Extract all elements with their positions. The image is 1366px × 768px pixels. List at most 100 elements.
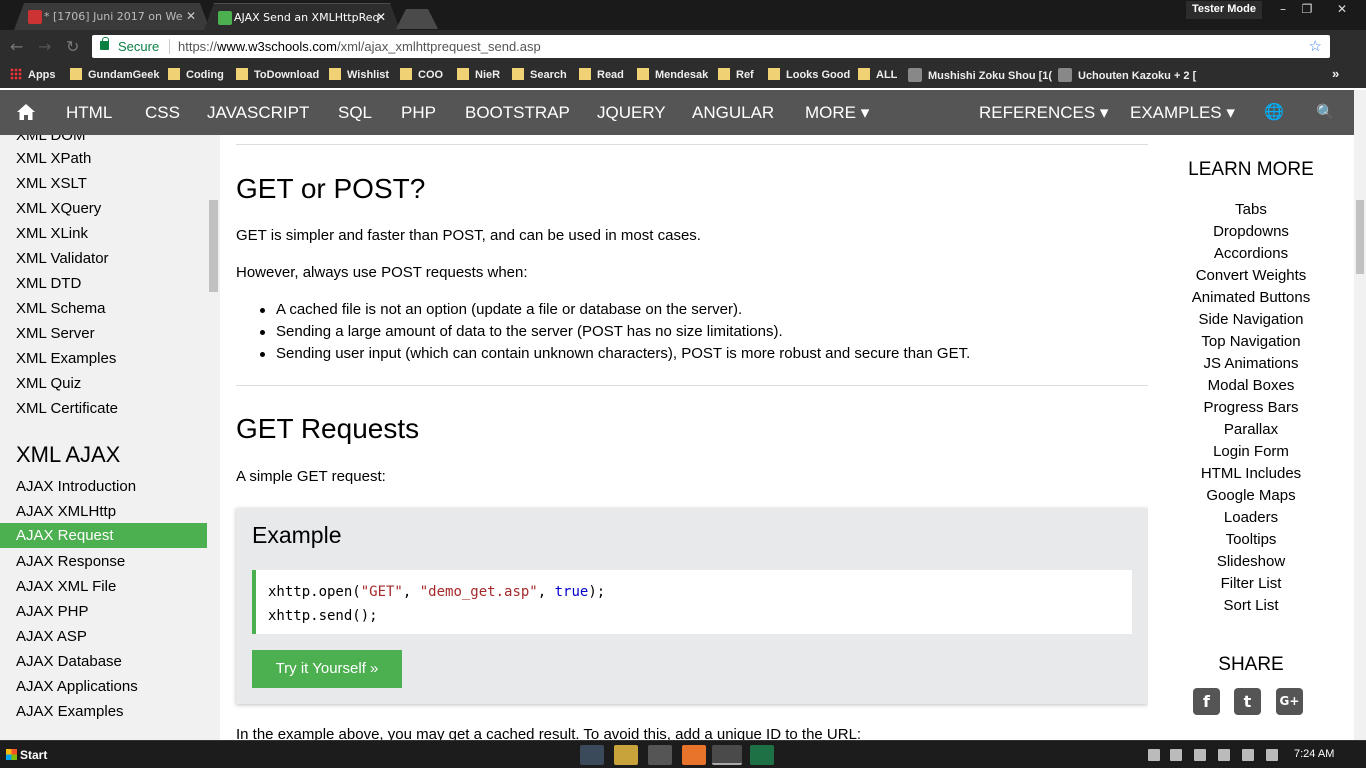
taskbar-folder-icon[interactable]: [614, 745, 638, 765]
tray-app-icon[interactable]: [1194, 749, 1206, 761]
sidebar-link[interactable]: XML Certificate: [16, 400, 118, 417]
back-arrow-icon[interactable]: ←: [10, 37, 23, 56]
close-tab-icon[interactable]: ✕: [376, 10, 386, 24]
new-tab-button[interactable]: [396, 9, 438, 29]
bookmark-folder[interactable]: Ref: [718, 68, 754, 81]
nav-examples-dropdown[interactable]: EXAMPLES ▾: [1130, 90, 1235, 135]
taskbar-xampp-icon[interactable]: [682, 745, 706, 765]
battery-icon[interactable]: [1218, 749, 1230, 761]
search-icon[interactable]: 🔍: [1316, 90, 1335, 135]
nav-angular[interactable]: ANGULAR: [692, 90, 774, 135]
taskbar-clock[interactable]: 7:24 AM: [1294, 748, 1334, 760]
sidebar-link[interactable]: XML Validator: [16, 250, 109, 267]
nav-jquery[interactable]: JQUERY: [597, 90, 666, 135]
sidebar-link[interactable]: XML XLink: [16, 225, 88, 242]
minimize-button[interactable]: –: [1270, 0, 1296, 18]
bookmark-star-icon[interactable]: ☆: [1309, 35, 1322, 58]
taskbar-chrome-icon[interactable]: [712, 745, 742, 765]
learn-more-link[interactable]: Top Navigation: [1148, 333, 1354, 350]
taskbar-excel-icon[interactable]: [750, 745, 774, 765]
bookmark-folder[interactable]: NieR: [457, 68, 500, 81]
sidebar-scrollbar-thumb[interactable]: [209, 200, 218, 292]
address-bar[interactable]: Secure https://www.w3schools.com/xml/aja…: [92, 35, 1330, 58]
nav-sql[interactable]: SQL: [338, 90, 372, 135]
learn-more-link[interactable]: Accordions: [1148, 245, 1354, 262]
nav-php[interactable]: PHP: [401, 90, 436, 135]
bookmark-folder[interactable]: Read: [579, 68, 624, 81]
nav-html[interactable]: HTML: [66, 90, 112, 135]
sidebar-link[interactable]: XML XSLT: [16, 175, 87, 192]
bookmark-link[interactable]: Uchouten Kazoku + 2 [: [1058, 68, 1196, 82]
learn-more-link[interactable]: Side Navigation: [1148, 311, 1354, 328]
bookmark-folder[interactable]: Looks Good: [768, 68, 850, 81]
sidebar-link[interactable]: XML Quiz: [16, 375, 81, 392]
learn-more-link[interactable]: JS Animations: [1148, 355, 1354, 372]
sidebar-link[interactable]: AJAX ASP: [16, 628, 87, 645]
bookmark-folder[interactable]: COO: [400, 68, 443, 81]
profile-button[interactable]: Tester Mode: [1186, 1, 1262, 19]
sidebar-link[interactable]: XML XPath: [16, 150, 91, 167]
nav-javascript[interactable]: JAVASCRIPT: [207, 90, 309, 135]
network-icon[interactable]: [1242, 749, 1254, 761]
bookmark-folder[interactable]: ALL: [858, 68, 897, 81]
bluetooth-icon[interactable]: [1170, 749, 1182, 761]
learn-more-link[interactable]: Sort List: [1148, 597, 1354, 614]
forward-arrow-icon[interactable]: →: [38, 37, 51, 56]
page-scrollbar-thumb[interactable]: [1356, 200, 1364, 274]
sidebar-link[interactable]: XML XQuery: [16, 200, 101, 217]
sidebar-link[interactable]: XML Schema: [16, 300, 105, 317]
volume-icon[interactable]: [1266, 749, 1278, 761]
nav-references-dropdown[interactable]: REFERENCES ▾: [979, 90, 1108, 135]
sidebar-link[interactable]: AJAX PHP: [16, 603, 89, 620]
browser-tab[interactable]: * [1706] Juni 2017 on We ✕: [14, 3, 210, 30]
page-scrollbar[interactable]: [1354, 90, 1366, 740]
sidebar-link[interactable]: AJAX XML File: [16, 578, 116, 595]
learn-more-link[interactable]: Modal Boxes: [1148, 377, 1354, 394]
bookmarks-overflow-icon[interactable]: »: [1332, 66, 1339, 81]
bookmark-folder[interactable]: GundamGeek: [70, 68, 160, 81]
learn-more-link[interactable]: Tooltips: [1148, 531, 1354, 548]
sidebar-link[interactable]: AJAX Response: [16, 553, 125, 570]
learn-more-link[interactable]: Google Maps: [1148, 487, 1354, 504]
close-window-button[interactable]: ✕: [1326, 0, 1358, 18]
facebook-icon[interactable]: f: [1193, 688, 1220, 715]
tray-expand-icon[interactable]: [1148, 749, 1160, 761]
nav-more-dropdown[interactable]: MORE ▾: [805, 90, 869, 135]
learn-more-link[interactable]: Loaders: [1148, 509, 1354, 526]
maximize-button[interactable]: ❐: [1294, 0, 1320, 18]
bookmark-apps[interactable]: Apps: [10, 68, 56, 81]
sidebar-link-active[interactable]: AJAX Request: [0, 523, 207, 548]
close-tab-icon[interactable]: ✕: [186, 9, 196, 23]
twitter-icon[interactable]: t: [1234, 688, 1261, 715]
bookmark-folder[interactable]: Wishlist: [329, 68, 389, 81]
learn-more-link[interactable]: Login Form: [1148, 443, 1354, 460]
sidebar-link[interactable]: AJAX Introduction: [16, 478, 136, 495]
nav-css[interactable]: CSS: [145, 90, 180, 135]
bookmark-folder[interactable]: ToDownload: [236, 68, 319, 81]
sidebar-link[interactable]: AJAX Examples: [16, 703, 124, 720]
browser-tab-active[interactable]: AJAX Send an XMLHttpReq ✕: [204, 3, 400, 30]
learn-more-link[interactable]: Tabs: [1148, 201, 1354, 218]
learn-more-link[interactable]: Convert Weights: [1148, 267, 1354, 284]
globe-icon[interactable]: 🌐: [1264, 90, 1284, 135]
sidebar-link[interactable]: AJAX XMLHttp: [16, 503, 116, 520]
google-plus-icon[interactable]: G+: [1276, 688, 1303, 715]
bookmark-link[interactable]: Mushishi Zoku Shou [1(: [908, 68, 1052, 82]
sidebar-link[interactable]: AJAX Database: [16, 653, 122, 670]
learn-more-link[interactable]: HTML Includes: [1148, 465, 1354, 482]
bookmark-folder[interactable]: Mendesak: [637, 68, 708, 81]
taskbar-app-icon[interactable]: [580, 745, 604, 765]
reload-icon[interactable]: ↻: [66, 37, 79, 56]
start-button[interactable]: Start: [2, 744, 54, 766]
sidebar-link[interactable]: XML DOM: [16, 135, 85, 144]
learn-more-link[interactable]: Animated Buttons: [1148, 289, 1354, 306]
sidebar-link[interactable]: XML Examples: [16, 350, 116, 367]
sidebar-link[interactable]: XML Server: [16, 325, 95, 342]
try-it-yourself-button[interactable]: Try it Yourself »: [252, 650, 402, 688]
learn-more-link[interactable]: Dropdowns: [1148, 223, 1354, 240]
bookmark-folder[interactable]: Search: [512, 68, 567, 81]
learn-more-link[interactable]: Parallax: [1148, 421, 1354, 438]
bookmark-folder[interactable]: Coding: [168, 68, 224, 81]
learn-more-link[interactable]: Filter List: [1148, 575, 1354, 592]
sidebar-link[interactable]: XML DTD: [16, 275, 81, 292]
